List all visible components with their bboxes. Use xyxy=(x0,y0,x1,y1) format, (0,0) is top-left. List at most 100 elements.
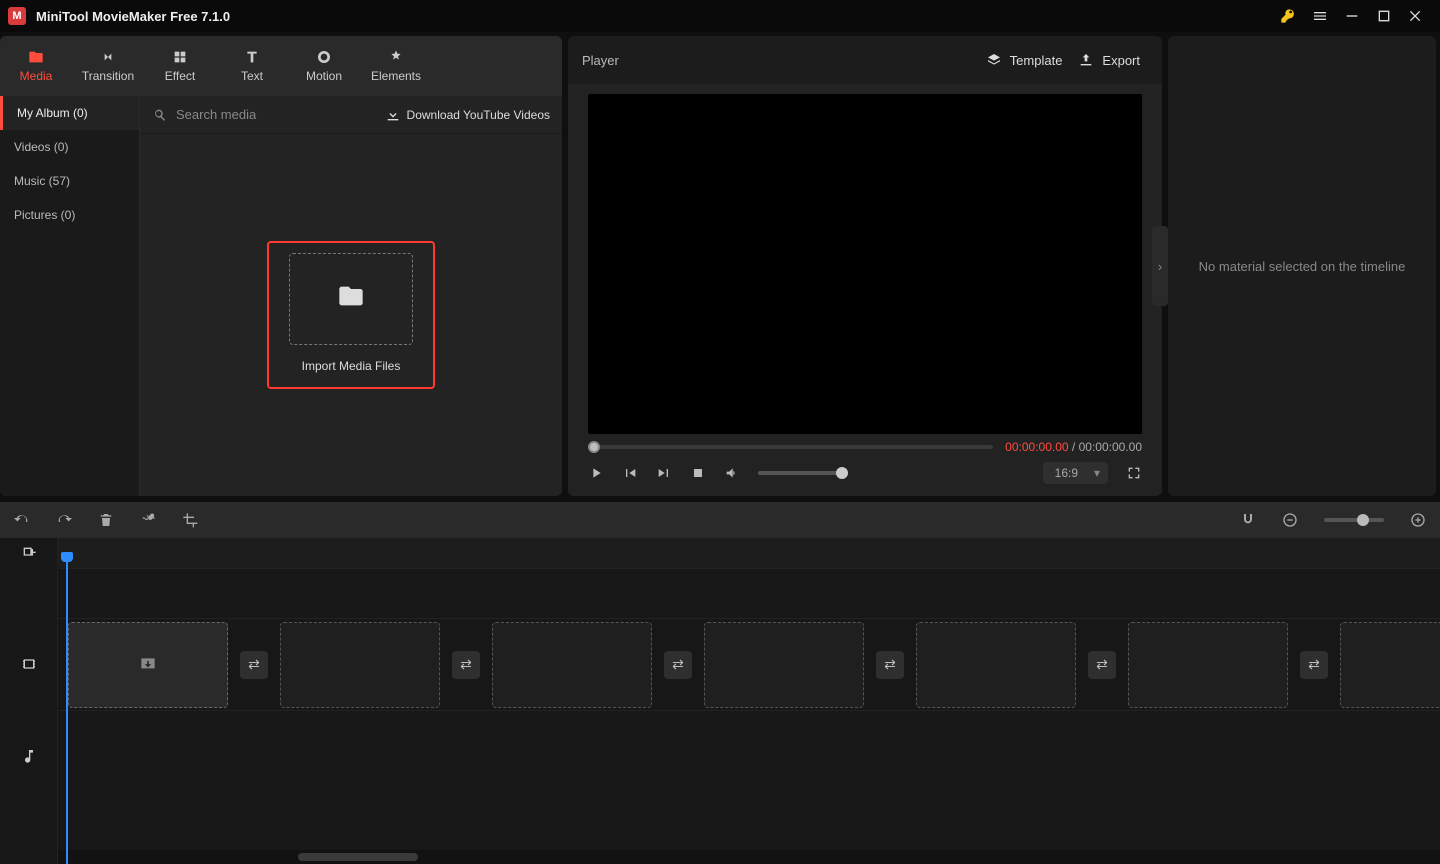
zoom-slider[interactable] xyxy=(1324,518,1384,522)
seek-thumb[interactable] xyxy=(588,441,600,453)
crop-icon[interactable] xyxy=(182,512,198,528)
clip-slot[interactable] xyxy=(1128,622,1288,708)
volume-icon[interactable] xyxy=(724,465,740,481)
media-library-panel: Media Transition Effect Text xyxy=(0,36,562,496)
player-controls: 16:9 xyxy=(578,454,1152,496)
tab-elements[interactable]: Elements xyxy=(360,36,432,96)
delete-icon[interactable] xyxy=(98,512,114,528)
inspector-panel: No material selected on the timeline xyxy=(1168,36,1436,496)
tab-effect[interactable]: Effect xyxy=(144,36,216,96)
redo-icon[interactable] xyxy=(56,512,72,528)
transition-slot[interactable]: ⇄ xyxy=(1300,651,1328,679)
aspect-ratio-select[interactable]: 16:9 xyxy=(1043,462,1108,484)
video-track-icon[interactable] xyxy=(0,618,58,710)
text-track[interactable] xyxy=(58,568,1440,618)
export-button[interactable]: Export xyxy=(1070,48,1148,72)
player-title: Player xyxy=(582,53,619,68)
tab-transition[interactable]: Transition xyxy=(72,36,144,96)
volume-thumb[interactable] xyxy=(836,467,848,479)
transition-slot[interactable]: ⇄ xyxy=(1088,651,1116,679)
tab-effect-label: Effect xyxy=(165,69,195,83)
tab-media[interactable]: Media xyxy=(0,36,72,96)
template-button[interactable]: Template xyxy=(978,48,1071,72)
next-frame-icon[interactable] xyxy=(656,465,672,481)
motion-icon xyxy=(316,49,332,65)
timecode: 00:00:00.00 / 00:00:00.00 xyxy=(1005,440,1142,454)
clip-slot[interactable] xyxy=(1340,622,1440,708)
import-area: Import Media Files xyxy=(140,134,562,496)
track-gutter xyxy=(0,538,58,864)
time-ruler[interactable] xyxy=(58,538,1440,568)
transition-icon xyxy=(100,49,116,65)
effect-icon xyxy=(172,49,188,65)
playhead[interactable] xyxy=(66,560,68,864)
time-current: 00:00:00.00 xyxy=(1005,440,1068,454)
import-dropzone[interactable] xyxy=(289,253,413,345)
maximize-icon[interactable] xyxy=(1368,0,1400,32)
add-track-button[interactable] xyxy=(0,538,58,568)
transition-slot[interactable]: ⇄ xyxy=(876,651,904,679)
folder-icon xyxy=(337,282,365,317)
fullscreen-icon[interactable] xyxy=(1126,465,1142,481)
time-total: 00:00:00.00 xyxy=(1079,440,1142,454)
app-title: MiniTool MovieMaker Free 7.1.0 xyxy=(36,9,230,24)
text-icon xyxy=(244,49,260,65)
tab-motion-label: Motion xyxy=(306,69,342,83)
download-youtube-link[interactable]: Download YouTube Videos xyxy=(385,107,550,123)
timeline-toolbar xyxy=(0,502,1440,538)
album-item-music[interactable]: Music (57) xyxy=(0,164,139,198)
close-icon[interactable] xyxy=(1400,0,1432,32)
menu-icon[interactable] xyxy=(1304,0,1336,32)
folder-icon xyxy=(28,49,44,65)
transition-slot[interactable]: ⇄ xyxy=(452,651,480,679)
album-item-videos[interactable]: Videos (0) xyxy=(0,130,139,164)
audio-track-icon[interactable] xyxy=(0,710,58,802)
timeline-scrollbar[interactable] xyxy=(58,850,1440,864)
album-item-pictures[interactable]: Pictures (0) xyxy=(0,198,139,232)
zoom-thumb[interactable] xyxy=(1357,514,1369,526)
tab-media-label: Media xyxy=(20,69,53,83)
volume-slider[interactable] xyxy=(758,471,848,475)
import-media-button[interactable]: Import Media Files xyxy=(267,241,435,389)
clip-slot[interactable] xyxy=(68,622,228,708)
minimize-icon[interactable] xyxy=(1336,0,1368,32)
audio-track[interactable] xyxy=(58,710,1440,802)
search-input[interactable]: Search media xyxy=(152,107,385,123)
player-header: Player Template Export xyxy=(568,36,1162,84)
tab-motion[interactable]: Motion xyxy=(288,36,360,96)
split-icon[interactable] xyxy=(140,512,156,528)
app-icon: M xyxy=(8,7,26,25)
transition-slot[interactable]: ⇄ xyxy=(240,651,268,679)
clip-slot[interactable] xyxy=(704,622,864,708)
clip-slot[interactable] xyxy=(916,622,1076,708)
time-separator: / xyxy=(1069,440,1079,454)
prev-frame-icon[interactable] xyxy=(622,465,638,481)
undo-icon[interactable] xyxy=(14,512,30,528)
video-track[interactable]: ⇄ ⇄ ⇄ ⇄ ⇄ ⇄ xyxy=(58,618,1440,710)
download-youtube-label: Download YouTube Videos xyxy=(407,108,550,122)
tab-text[interactable]: Text xyxy=(216,36,288,96)
license-key-icon[interactable] xyxy=(1272,0,1304,32)
clip-slot[interactable] xyxy=(492,622,652,708)
aspect-ratio-value: 16:9 xyxy=(1055,466,1078,480)
seek-bar[interactable] xyxy=(588,445,993,449)
transition-slot[interactable]: ⇄ xyxy=(664,651,692,679)
scrollbar-thumb[interactable] xyxy=(298,853,418,861)
import-media-label: Import Media Files xyxy=(302,359,401,373)
zoom-in-icon[interactable] xyxy=(1410,512,1426,528)
video-preview[interactable] xyxy=(588,94,1142,434)
clip-slot[interactable] xyxy=(280,622,440,708)
album-toolbar: Search media Download YouTube Videos xyxy=(140,96,562,134)
export-icon xyxy=(1078,52,1094,68)
inspector-toggle-handle[interactable]: › xyxy=(1152,226,1168,306)
zoom-out-icon[interactable] xyxy=(1282,512,1298,528)
tab-text-label: Text xyxy=(241,69,263,83)
template-label: Template xyxy=(1010,53,1063,68)
album-item-my-album[interactable]: My Album (0) xyxy=(0,96,139,130)
stop-icon[interactable] xyxy=(690,465,706,481)
timeline: ⇄ ⇄ ⇄ ⇄ ⇄ ⇄ xyxy=(0,538,1440,864)
play-icon[interactable] xyxy=(588,465,604,481)
inspector-empty-text: No material selected on the timeline xyxy=(1199,259,1406,274)
snap-icon[interactable] xyxy=(1240,512,1256,528)
download-icon xyxy=(385,107,401,123)
